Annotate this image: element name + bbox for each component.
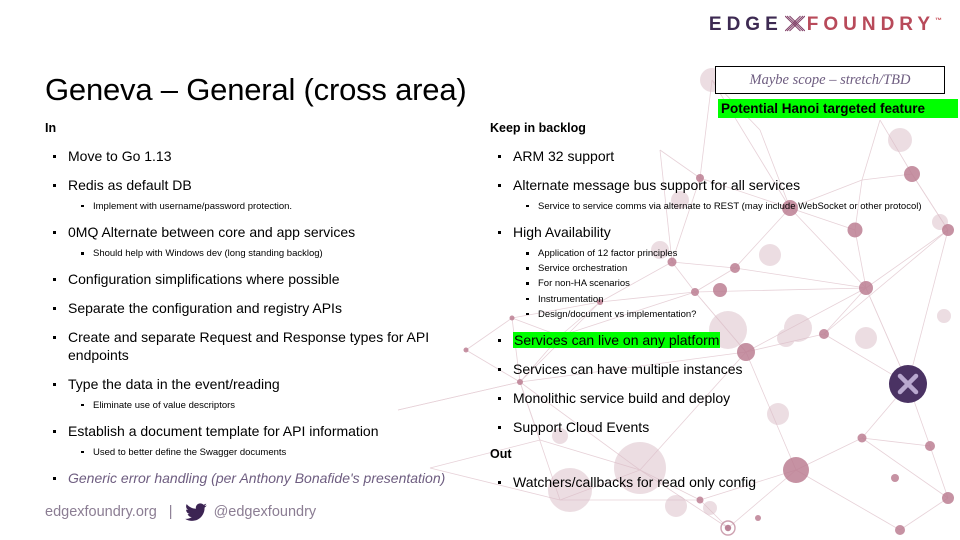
left-column: In Move to Go 1.13 Redis as default DB I… — [45, 121, 485, 499]
list-item: Configuration simplifications where poss… — [45, 271, 485, 288]
edgex-foundry-logo: EDGE FOUNDRY™ — [709, 14, 942, 34]
list-item: Redis as default DB — [45, 177, 485, 194]
list-item: Should help with Windows dev (long stand… — [45, 248, 485, 260]
left-column-list: Move to Go 1.13 Redis as default DB Impl… — [45, 148, 485, 487]
legend-maybe-scope-label: Maybe scope – stretch/TBD — [749, 71, 911, 88]
list-item: Monolithic service build and deploy — [490, 390, 950, 407]
right-column-heading: Keep in backlog — [490, 121, 586, 135]
list-item: Design/document vs implementation? — [490, 309, 950, 321]
footer-twitter-handle[interactable]: @edgexfoundry — [214, 504, 317, 520]
logo-x-icon — [784, 14, 806, 33]
list-item: Application of 12 factor principles — [490, 248, 950, 260]
right-column-list-out: Watchers/callbacks for read only config — [490, 474, 950, 491]
twitter-bird-icon — [184, 503, 207, 521]
list-item: Move to Go 1.13 — [45, 148, 485, 165]
list-item: Services can have multiple instances — [490, 361, 950, 378]
list-item: ARM 32 support — [490, 148, 950, 165]
list-item: Support Cloud Events — [490, 419, 950, 436]
list-item: Instrumentation — [490, 294, 950, 306]
slide: EDGE FOUNDRY™ Geneva – General (cross are… — [0, 0, 960, 540]
footer: edgexfoundry.org | @edgexfoundry — [45, 503, 316, 521]
footer-website[interactable]: edgexfoundry.org — [45, 504, 157, 520]
list-item: Service orchestration — [490, 263, 950, 275]
right-column: Keep in backlog ARM 32 support Alternate… — [490, 121, 950, 503]
list-item: Used to better define the Swagger docume… — [45, 447, 485, 459]
page-title: Geneva – General (cross area) — [45, 72, 467, 107]
list-item: Service to service comms via alternate t… — [490, 201, 953, 213]
legend-maybe-scope: Maybe scope – stretch/TBD — [715, 66, 945, 94]
list-item: Implement with username/password protect… — [45, 201, 485, 213]
logo-text-edge: EDGE — [708, 14, 783, 35]
logo-text-foundry: FOUNDRY — [806, 14, 935, 35]
list-item: Establish a document template for API in… — [45, 423, 485, 440]
list-item: High Availability — [490, 224, 950, 241]
list-item: Type the data in the event/reading — [45, 376, 485, 393]
list-item: Services can live on any platform — [490, 331, 950, 349]
list-item: Generic error handling (per Anthony Bona… — [45, 470, 485, 487]
logo-wordmark: EDGE FOUNDRY™ — [709, 14, 942, 34]
legend-hanoi-feature-label: Potential Hanoi targeted feature — [721, 101, 926, 116]
legend-hanoi-feature: Potential Hanoi targeted feature — [718, 99, 958, 118]
list-item: Eliminate use of value descriptors — [45, 400, 485, 412]
list-item: Alternate message bus support for all se… — [490, 177, 950, 194]
right-column-heading-out: Out — [490, 447, 512, 462]
footer-separator: | — [168, 504, 173, 520]
list-item: 0MQ Alternate between core and app servi… — [45, 224, 485, 241]
right-column-list: ARM 32 support Alternate message bus sup… — [490, 148, 950, 436]
highlighted-text: Services can live on any platform — [513, 331, 721, 348]
logo-trademark: ™ — [935, 17, 942, 25]
list-item: For non-HA scenarios — [490, 278, 950, 290]
left-column-heading: In — [45, 121, 57, 135]
list-item: Separate the configuration and registry … — [45, 300, 485, 317]
list-item: Create and separate Request and Response… — [45, 329, 485, 363]
list-item: Watchers/callbacks for read only config — [490, 474, 950, 491]
